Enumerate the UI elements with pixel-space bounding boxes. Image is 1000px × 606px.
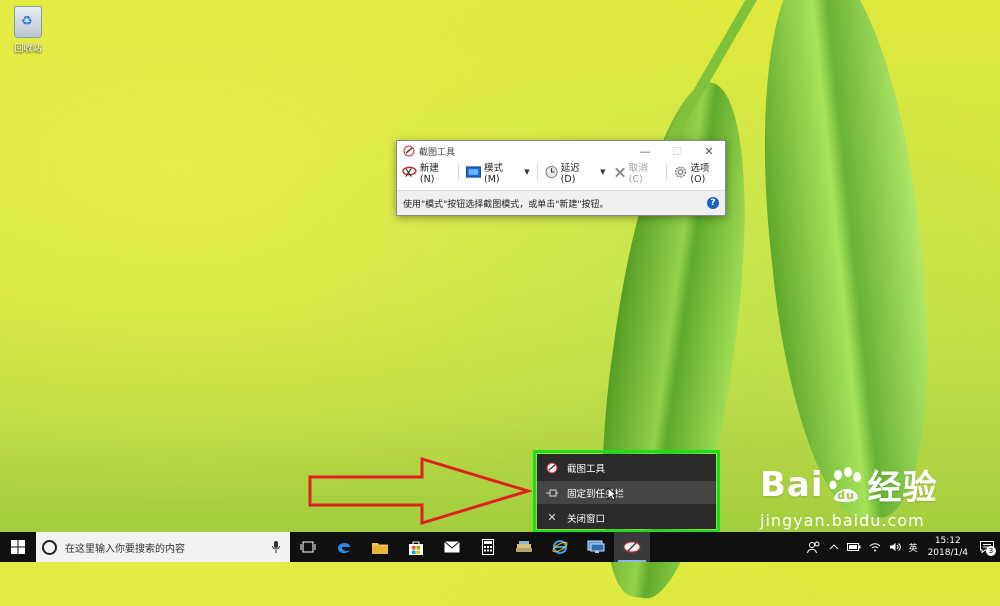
taskbar: 在这里输入你要搜索的内容 英 15:12 2018/1/4 3 [0,532,1000,562]
toolbar-separator [536,164,538,180]
window-titlebar[interactable]: 截图工具 — ☐ ✕ [397,141,725,161]
taskbar-app-file-explorer[interactable] [362,532,398,562]
close-icon: ✕ [547,511,557,524]
taskbar-app-calculator[interactable] [470,532,506,562]
status-text: 使用"模式"按钮选择截图模式，或单击"新建"按钮。 [403,199,609,210]
volume-icon[interactable] [885,542,905,552]
taskbar-app-store[interactable] [398,532,434,562]
snipping-tool-window: 截图工具 — ☐ ✕ 新建(N) 模式(M) ▼ 延迟(D) ▼ 取消(C) 选… [396,140,726,216]
people-icon[interactable] [803,541,825,553]
watermark-brand-right: 经验 [867,468,938,508]
clock[interactable]: 15:12 2018/1/4 [922,535,974,559]
calculator-icon [482,539,494,555]
task-view-button[interactable] [290,532,326,562]
minimize-button[interactable]: — [629,141,661,161]
folder-icon [372,542,388,554]
svg-text:du: du [837,489,855,502]
taskbar-app-mail[interactable] [434,532,470,562]
new-snip-button[interactable]: 新建(N) [399,162,454,185]
watermark-url: jingyan.baidu.com [760,511,925,530]
taskbar-app-edge[interactable] [326,532,362,562]
red-arrow-annotation [308,456,532,526]
search-placeholder: 在这里输入你要搜索的内容 [65,543,185,555]
wallpaper-leaf-right [741,0,949,527]
show-hidden-icons-chevron-icon[interactable] [825,544,843,550]
mode-rectangle-icon [466,166,482,178]
taskbar-search-box[interactable]: 在这里输入你要搜索的内容 [36,532,290,562]
jump-item-app[interactable]: 截图工具 [537,456,716,479]
snipping-tool-icon [623,541,641,553]
mode-button[interactable]: 模式(M) [463,162,519,185]
microphone-icon[interactable] [268,541,284,553]
help-icon[interactable]: ? [707,197,719,209]
snipping-tool-icon [545,461,559,475]
snipping-toolbar: 新建(N) 模式(M) ▼ 延迟(D) ▼ 取消(C) 选项(O) [397,161,725,185]
status-bar: 使用"模式"按钮选择截图模式，或单击"新建"按钮。 ? [397,190,725,215]
ie-icon [552,540,568,554]
maximize-button[interactable]: ☐ [661,141,693,161]
jump-item-close-window[interactable]: ✕ 关闭窗口 [537,506,716,529]
system-tray: 英 15:12 2018/1/4 3 [803,532,1000,562]
clock-time: 15:12 [934,536,961,546]
cortana-icon [42,539,57,555]
recycle-bin-icon [14,6,42,38]
action-center-button[interactable]: 3 [974,532,1000,562]
taskbar-jump-list: 截图工具 固定到任务栏 ✕ 关闭窗口 [537,454,716,529]
remote-desktop-icon [587,540,605,553]
recycle-bin-desktop-icon[interactable]: 回收站 [8,6,48,54]
delay-button[interactable]: 延迟(D) [542,162,596,185]
taskbar-app-remote-desktop[interactable] [578,532,614,562]
wifi-icon[interactable] [865,542,885,552]
delay-dropdown-arrow-icon[interactable]: ▼ [597,168,608,176]
clock-date: 2018/1/4 [927,548,968,558]
snipping-tool-icon [403,145,415,157]
windows-logo-icon [11,540,25,554]
taskbar-app-internet-explorer[interactable] [542,532,578,562]
scissors-icon [402,166,417,177]
watermark-brand-left: Bai [760,464,824,505]
taskbar-app-stack[interactable] [506,532,542,562]
taskbar-app-snipping-tool[interactable] [614,532,650,562]
recycle-bin-label: 回收站 [14,44,42,54]
close-window-button[interactable]: ✕ [693,141,725,161]
mode-dropdown-arrow-icon[interactable]: ▼ [521,168,532,176]
notification-count-badge: 3 [986,546,996,556]
cancel-x-icon [614,167,625,177]
jump-item-pin-to-taskbar[interactable]: 固定到任务栏 [537,481,716,504]
pin-icon [545,486,559,500]
mail-icon [444,541,460,553]
baidu-watermark: Bai du 经验 jingyan.baidu.com [760,460,938,531]
cancel-button[interactable]: 取消(C) [611,162,663,185]
window-title: 截图工具 [419,147,456,158]
task-view-icon [300,541,316,553]
start-button[interactable] [0,532,36,562]
toolbar-separator [458,164,460,180]
input-method-indicator[interactable]: 英 [905,541,922,554]
books-icon [516,541,532,552]
gear-icon [675,166,687,178]
baidu-paw-logo-icon: du [829,466,861,502]
mouse-pointer-icon [607,487,617,501]
toolbar-separator [666,164,668,180]
options-button[interactable]: 选项(O) [671,162,725,185]
battery-icon[interactable] [843,543,865,551]
edge-icon [338,542,350,554]
clock-icon [545,165,558,179]
store-bag-icon [409,541,423,555]
